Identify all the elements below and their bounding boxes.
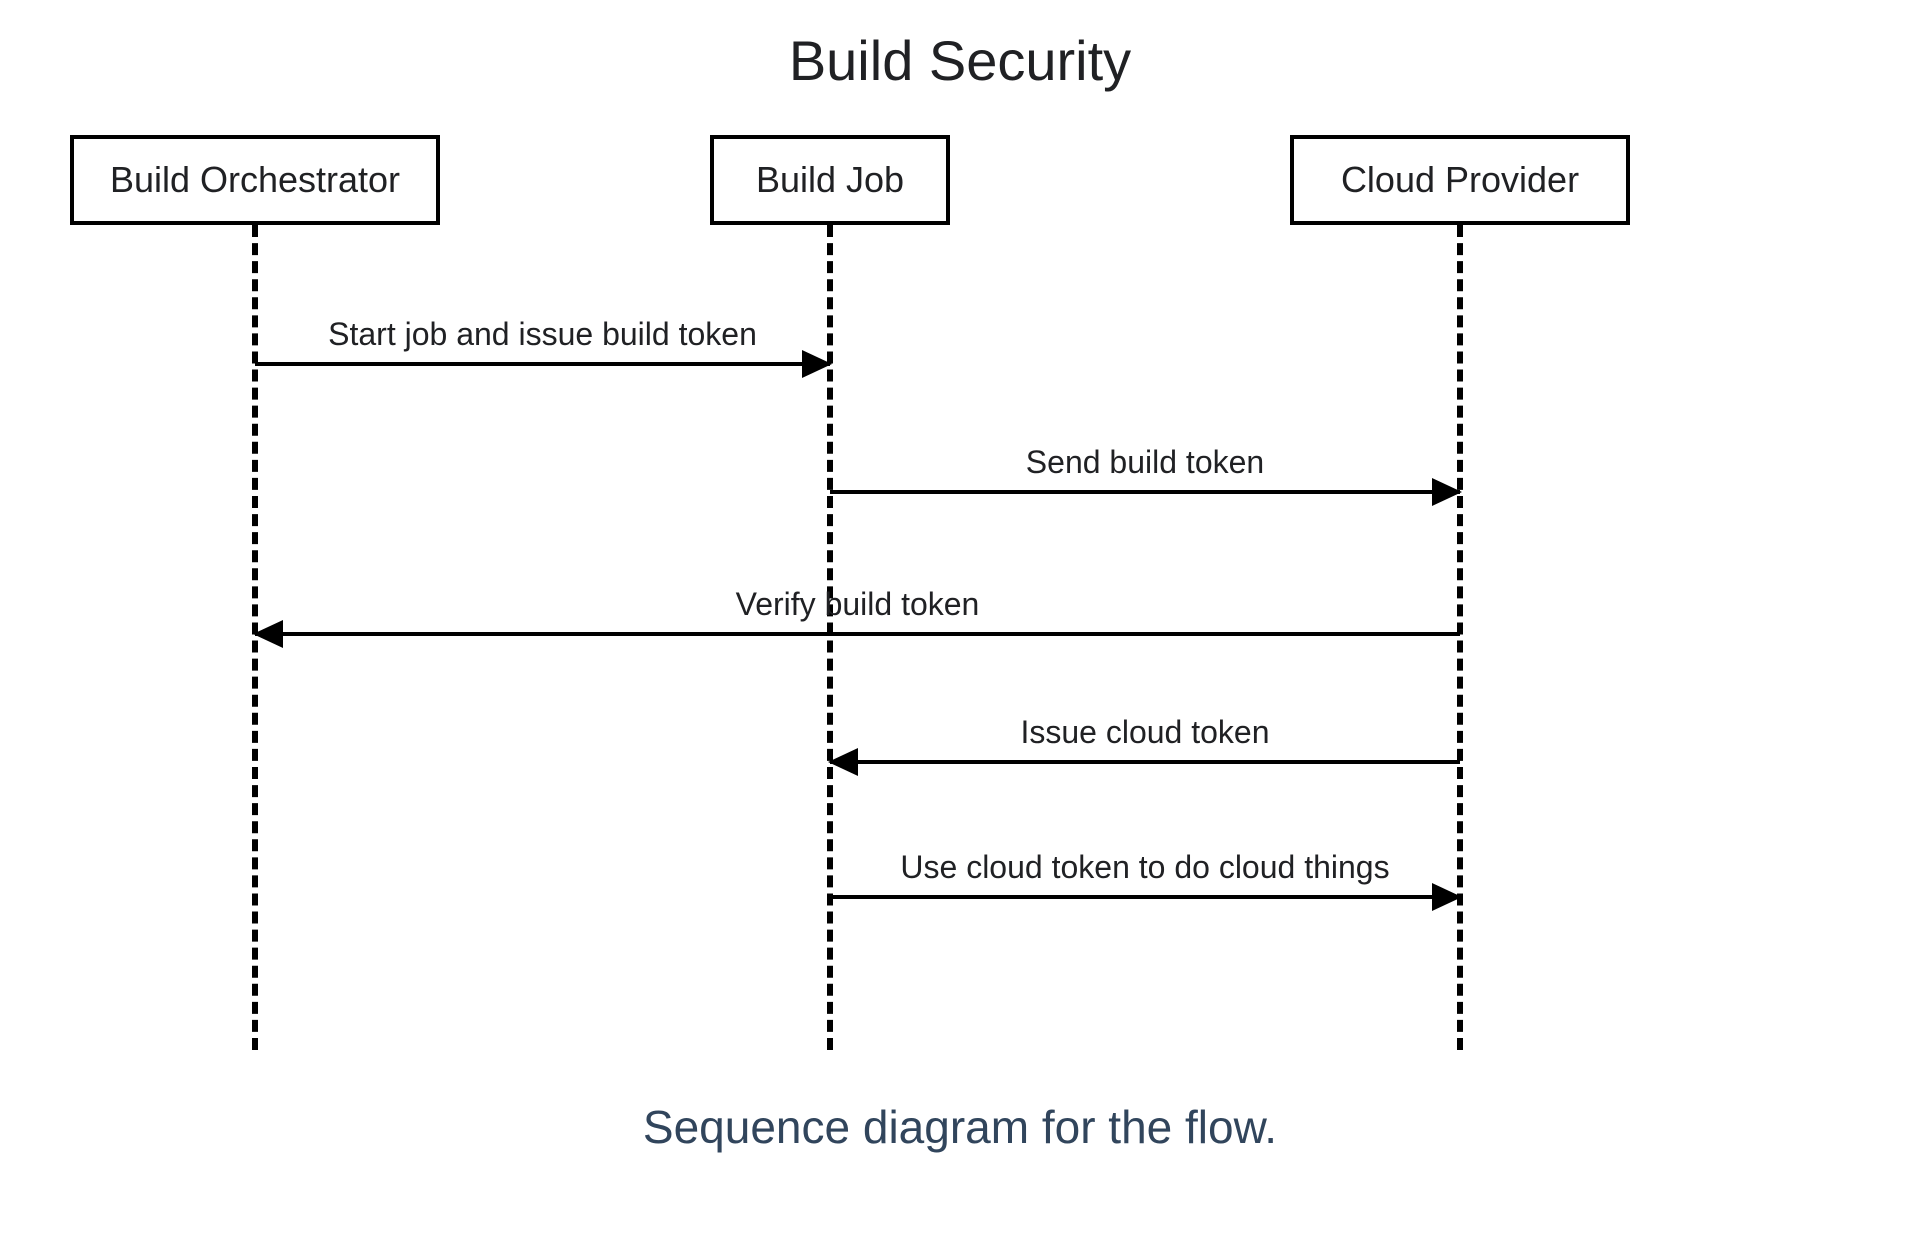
message-arrow-1 [830,490,1460,494]
diagram-stage: Build Security Sequence diagram for the … [0,0,1920,1234]
message-label-2: Verify build token [255,586,1460,623]
message-arrow-0 [255,362,830,366]
message-arrow-2 [255,632,1460,636]
message-label-0: Start job and issue build token [255,316,830,353]
participant-orchestrator: Build Orchestrator [70,135,440,225]
message-arrow-4 [830,895,1460,899]
arrowhead-icon [253,620,283,648]
arrowhead-icon [1432,478,1462,506]
participant-job: Build Job [710,135,950,225]
arrowhead-icon [1432,883,1462,911]
message-label-1: Send build token [830,444,1460,481]
participant-label: Cloud Provider [1341,159,1579,201]
diagram-caption: Sequence diagram for the flow. [0,1100,1920,1154]
participant-label: Build Orchestrator [110,159,400,201]
lifeline-provider [1457,225,1463,1050]
message-label-4: Use cloud token to do cloud things [830,849,1460,886]
participant-provider: Cloud Provider [1290,135,1630,225]
participant-label: Build Job [756,159,904,201]
diagram-title: Build Security [0,28,1920,93]
message-arrow-3 [830,760,1460,764]
message-label-3: Issue cloud token [830,714,1460,751]
arrowhead-icon [828,748,858,776]
arrowhead-icon [802,350,832,378]
